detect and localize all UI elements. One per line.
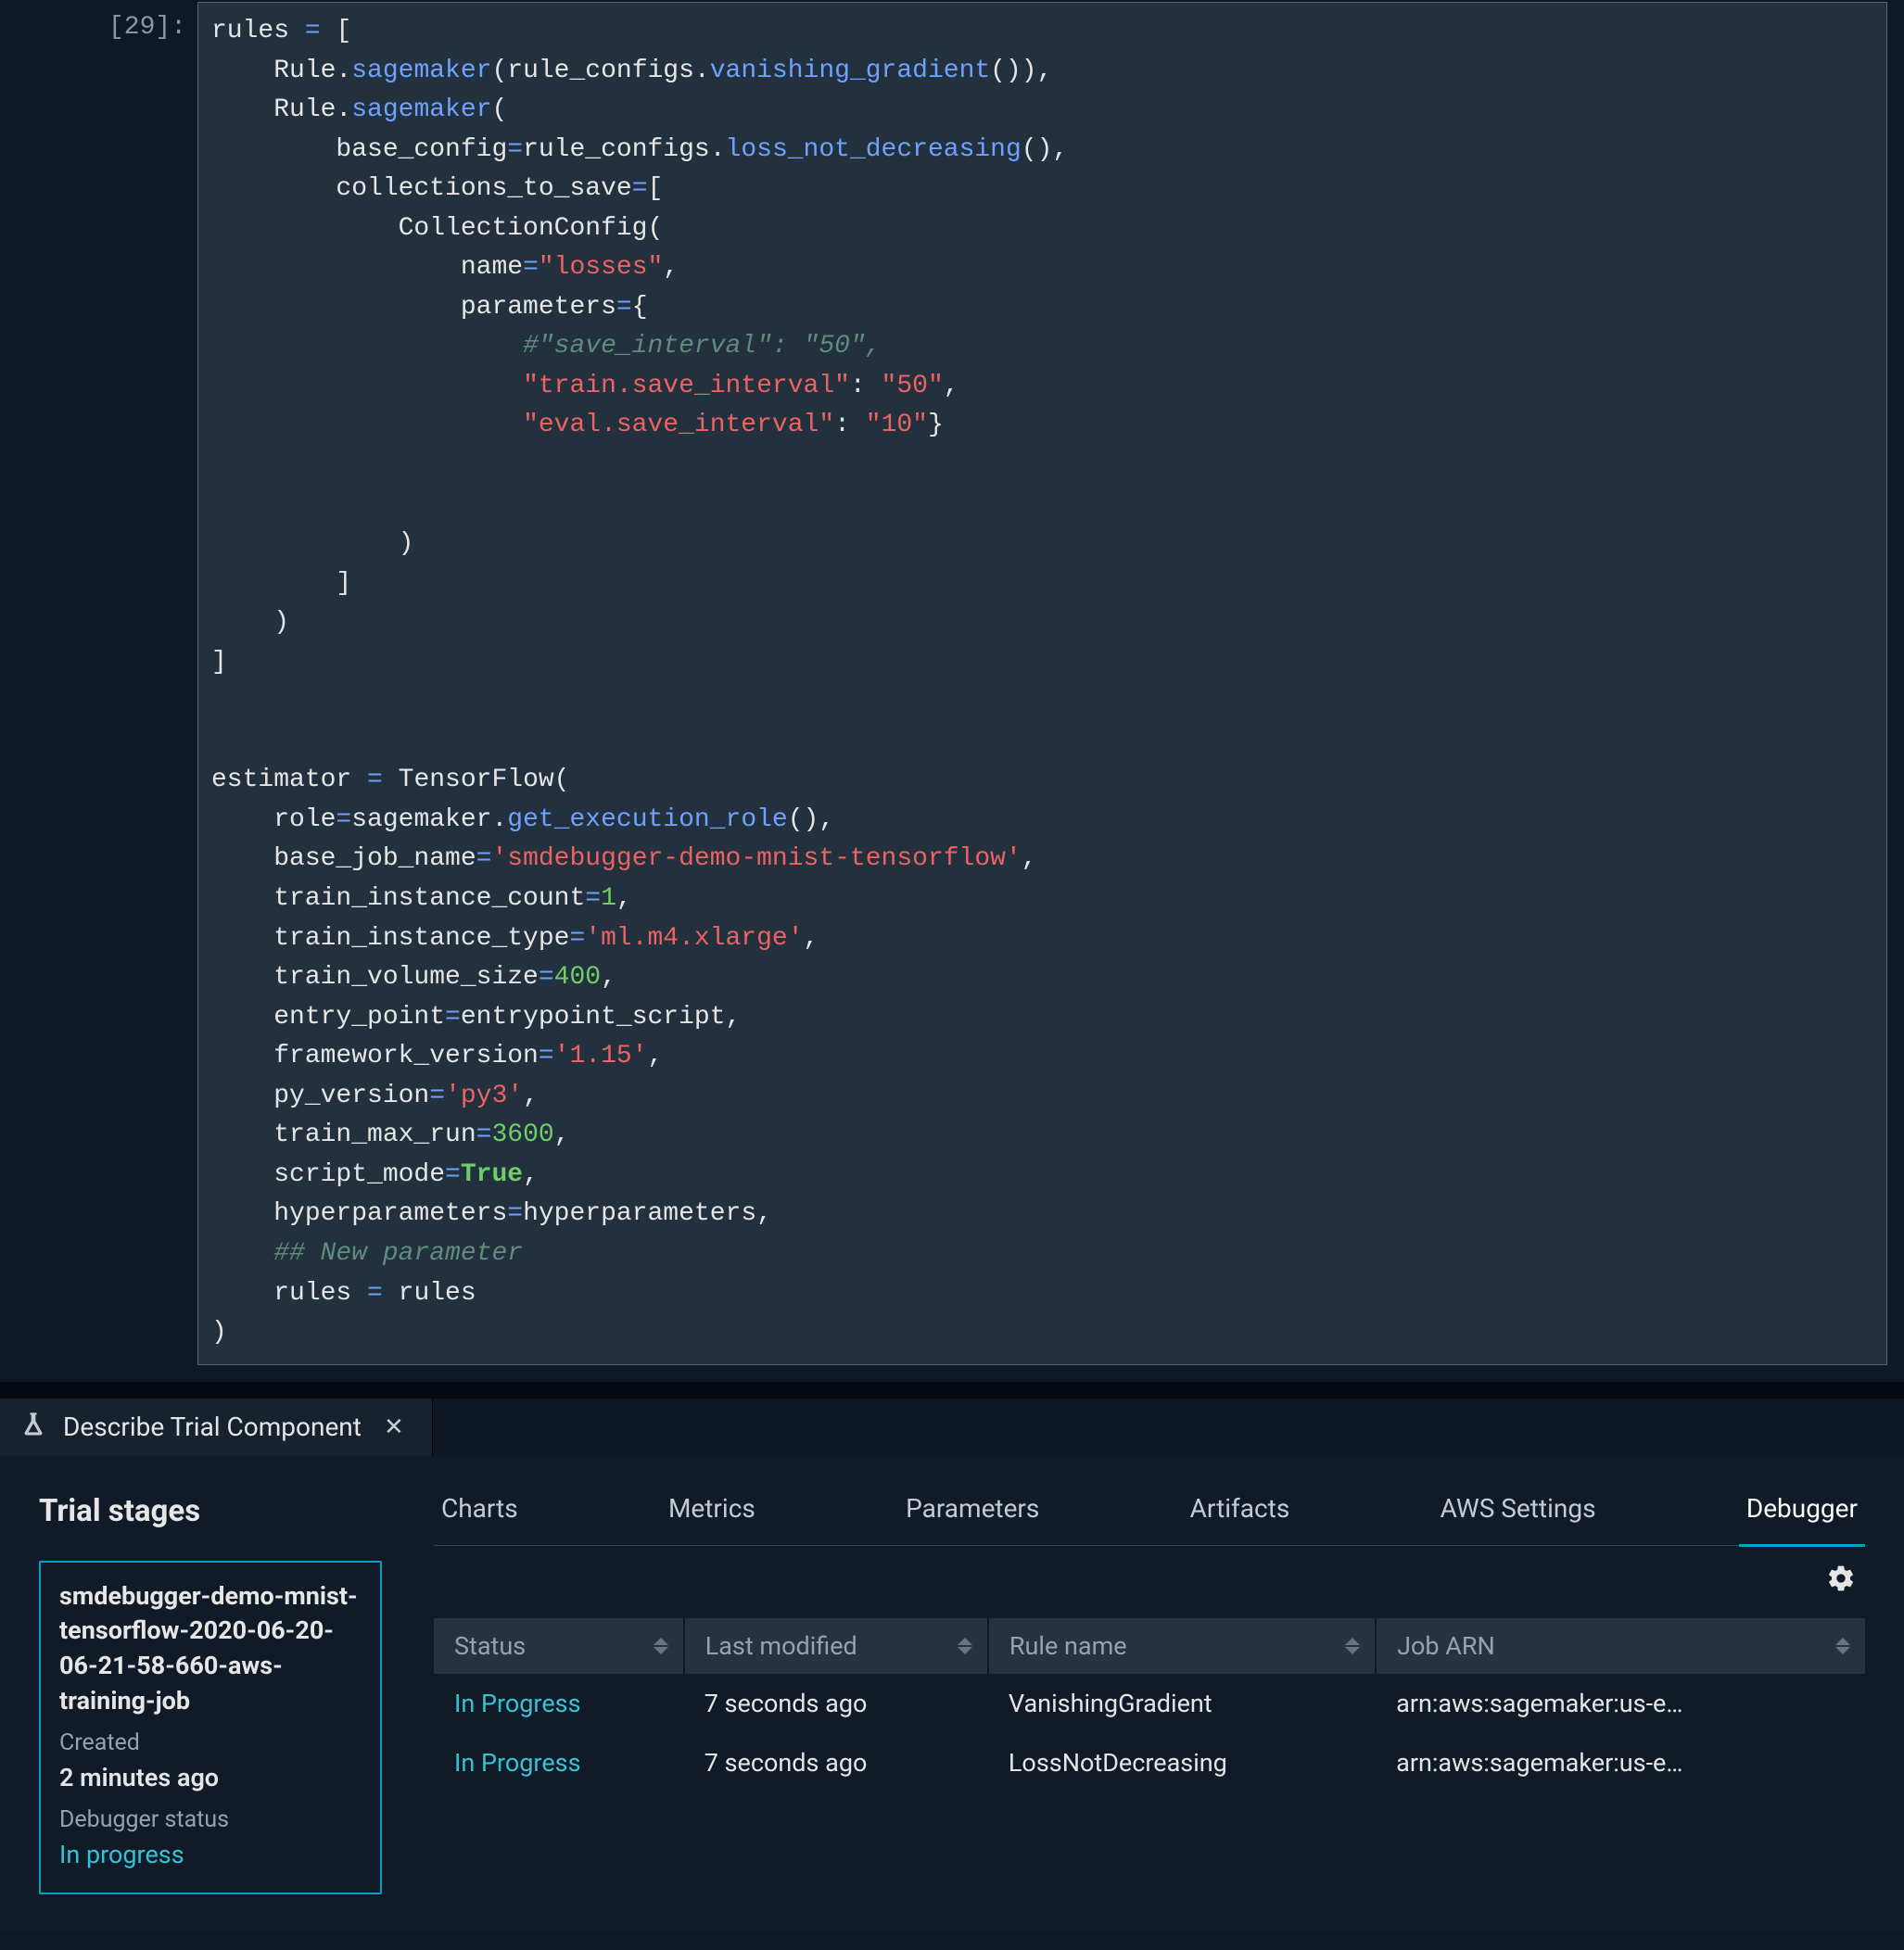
cell-rule: LossNotDecreasing bbox=[988, 1733, 1376, 1792]
cell-modified: 7 seconds ago bbox=[684, 1674, 988, 1733]
tab-metrics[interactable]: Metrics bbox=[661, 1493, 763, 1547]
tab-charts[interactable]: Charts bbox=[434, 1493, 526, 1547]
code-cell: [29]: rules = [ Rule.sagemaker(rule_conf… bbox=[17, 2, 1887, 1365]
notebook-area: [29]: rules = [ Rule.sagemaker(rule_conf… bbox=[0, 0, 1904, 1382]
detail-tabs: Charts Metrics Parameters Artifacts AWS Sett… bbox=[434, 1493, 1865, 1546]
col-rule-name[interactable]: Rule name bbox=[988, 1618, 1376, 1674]
flask-icon bbox=[20, 1410, 46, 1444]
cell-modified: 7 seconds ago bbox=[684, 1733, 988, 1792]
sort-icon[interactable] bbox=[1835, 1638, 1850, 1654]
col-job-arn[interactable]: Job ARN bbox=[1376, 1618, 1865, 1674]
pane-divider[interactable] bbox=[0, 1382, 1904, 1399]
table-row[interactable]: In Progress7 seconds agoLossNotDecreasin… bbox=[434, 1733, 1865, 1792]
created-value: 2 minutes ago bbox=[59, 1760, 362, 1796]
stage-title: smdebugger-demo-mnist-tensorflow-2020-06… bbox=[59, 1579, 362, 1719]
cell-prompt: [29]: bbox=[17, 2, 197, 1365]
cell-status: In Progress bbox=[434, 1733, 684, 1792]
gear-icon[interactable] bbox=[1826, 1564, 1856, 1600]
table-row[interactable]: In Progress7 seconds agoVanishingGradien… bbox=[434, 1674, 1865, 1733]
sidebar-heading: Trial stages bbox=[39, 1493, 382, 1529]
sort-icon[interactable] bbox=[1345, 1638, 1360, 1654]
trial-stages-sidebar: Trial stages smdebugger-demo-mnist-tenso… bbox=[39, 1493, 382, 1894]
trial-main: Charts Metrics Parameters Artifacts AWS Sett… bbox=[434, 1493, 1865, 1894]
cell-rule: VanishingGradient bbox=[988, 1674, 1376, 1733]
debugger-status-value: In progress bbox=[59, 1837, 362, 1873]
panel-tabbar: Describe Trial Component ✕ bbox=[0, 1399, 1904, 1456]
cell-status: In Progress bbox=[434, 1674, 684, 1733]
tab-describe-trial[interactable]: Describe Trial Component ✕ bbox=[0, 1399, 433, 1456]
tab-aws-settings[interactable]: AWS Settings bbox=[1433, 1493, 1604, 1547]
trial-panel: Trial stages smdebugger-demo-mnist-tenso… bbox=[0, 1456, 1904, 1931]
tab-parameters[interactable]: Parameters bbox=[898, 1493, 1047, 1547]
tab-artifacts[interactable]: Artifacts bbox=[1183, 1493, 1298, 1547]
tab-debugger[interactable]: Debugger bbox=[1739, 1493, 1865, 1547]
created-label: Created bbox=[59, 1727, 362, 1760]
debugger-status-label: Debugger status bbox=[59, 1804, 362, 1837]
cell-arn: arn:aws:sagemaker:us-e… bbox=[1376, 1733, 1865, 1792]
sort-icon[interactable] bbox=[958, 1638, 972, 1654]
stage-card[interactable]: smdebugger-demo-mnist-tensorflow-2020-06… bbox=[39, 1561, 382, 1894]
close-icon[interactable]: ✕ bbox=[378, 1408, 410, 1447]
col-status[interactable]: Status bbox=[434, 1618, 684, 1674]
code-editor[interactable]: rules = [ Rule.sagemaker(rule_configs.va… bbox=[197, 2, 1887, 1365]
tab-title: Describe Trial Component bbox=[63, 1412, 362, 1442]
col-last-modified[interactable]: Last modified bbox=[684, 1618, 988, 1674]
sort-icon[interactable] bbox=[654, 1638, 668, 1654]
cell-arn: arn:aws:sagemaker:us-e… bbox=[1376, 1674, 1865, 1733]
debugger-table: StatusLast modifiedRule nameJob ARN In P… bbox=[434, 1618, 1865, 1792]
